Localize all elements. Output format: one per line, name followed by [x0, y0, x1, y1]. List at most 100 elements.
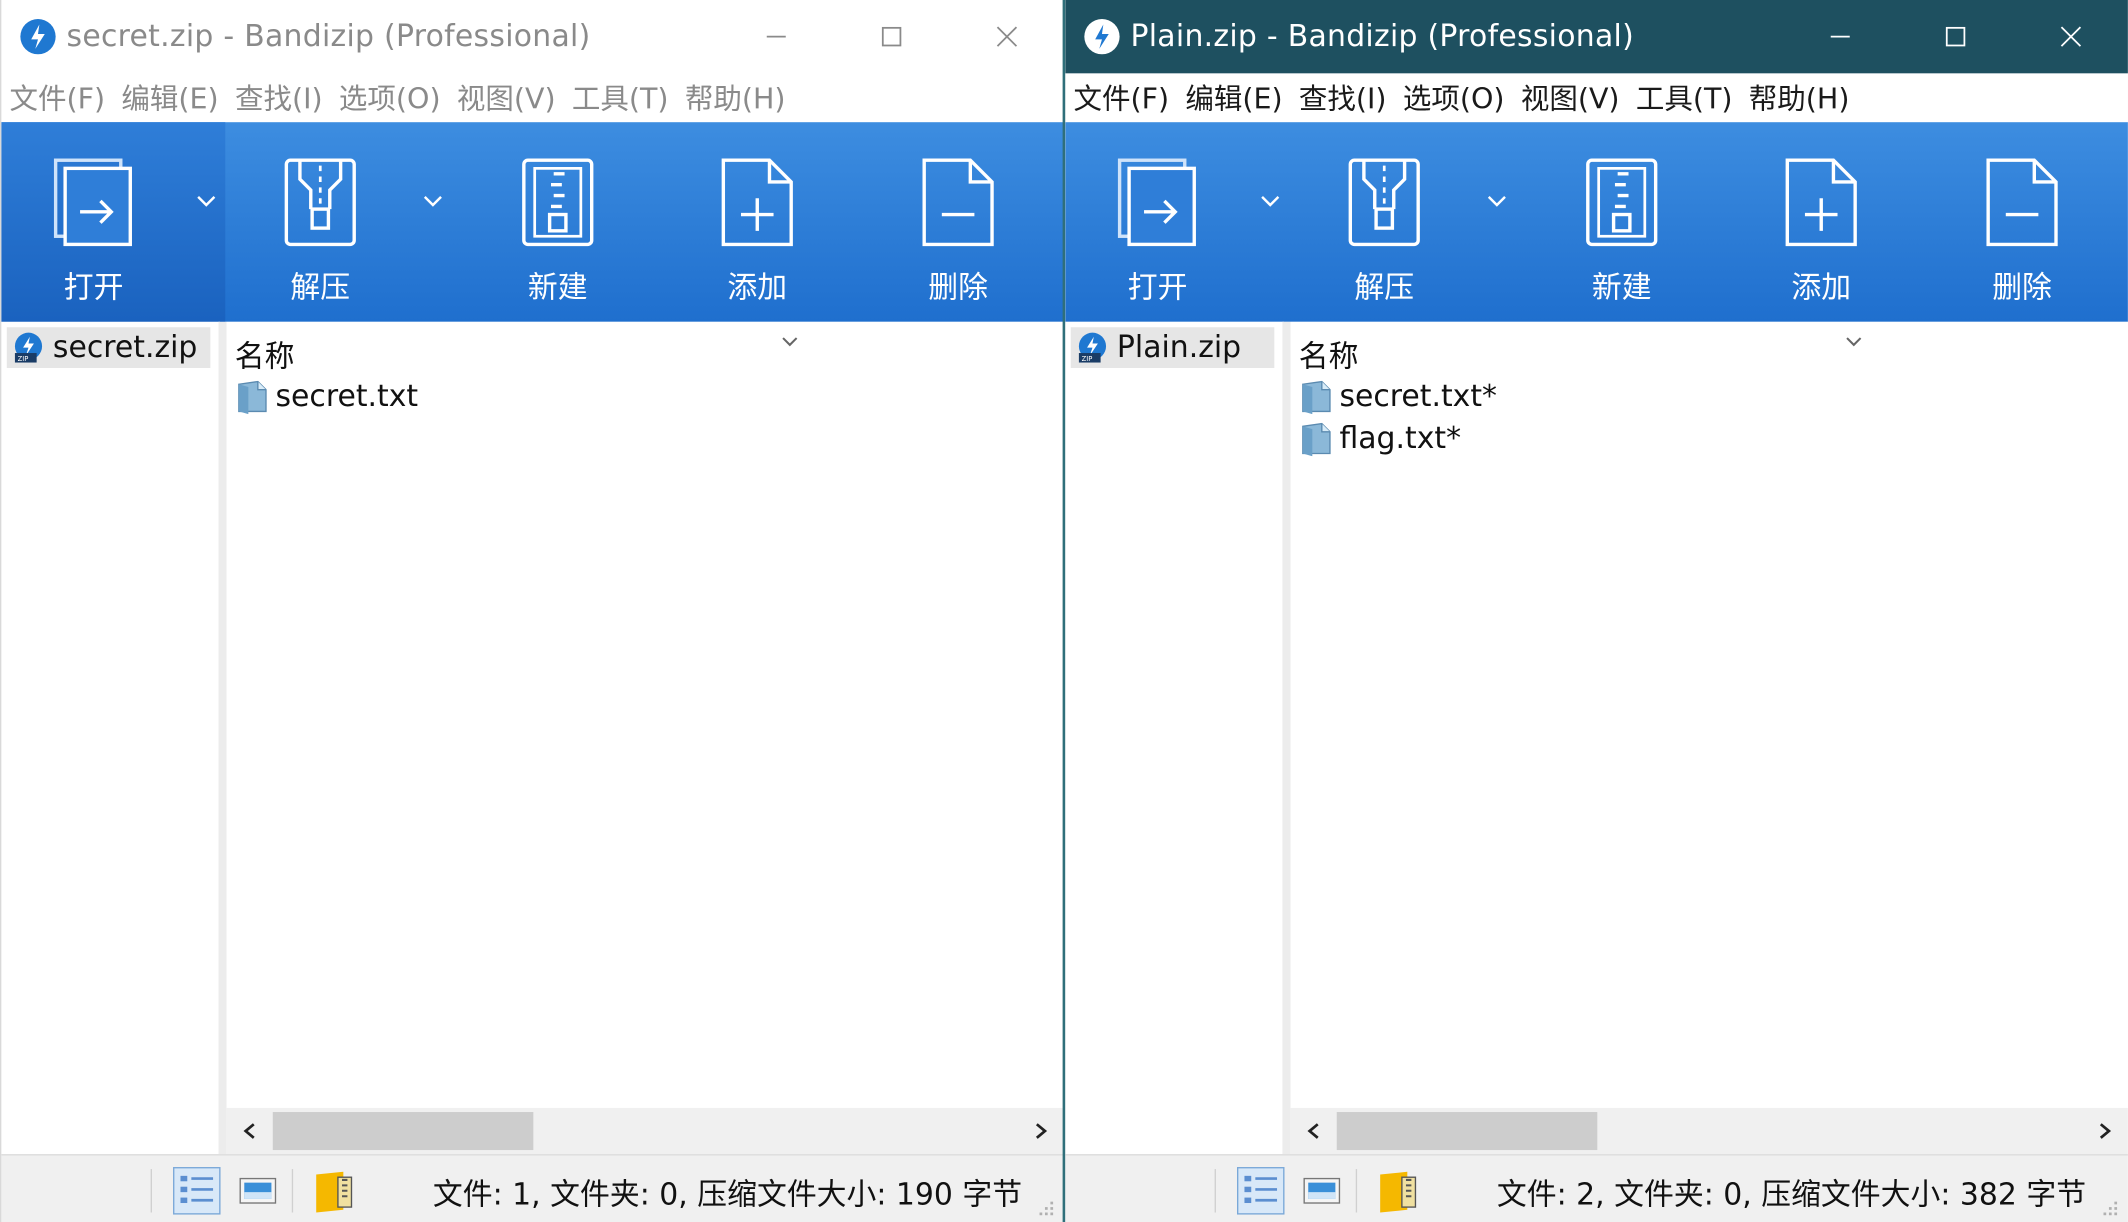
extract-button[interactable]: 解压	[273, 122, 368, 322]
scroll-thumb[interactable]	[272, 1112, 534, 1151]
file-list: 名称 secret.txt	[226, 321, 1064, 1155]
menu-file[interactable]: 文件(F)	[9, 77, 105, 118]
menu-tools[interactable]: 工具(T)	[572, 77, 669, 118]
open-label: 打开	[63, 271, 124, 306]
new-archive-icon	[522, 158, 594, 247]
archive-icon[interactable]	[1375, 1166, 1424, 1215]
chevron-down-icon[interactable]	[780, 333, 799, 352]
chevron-down-icon[interactable]	[419, 187, 446, 214]
delete-button[interactable]: 删除	[1975, 122, 2070, 322]
bandizip-window-secret: secret.zip - Bandizip (Professional) 文件(…	[0, 0, 1064, 1222]
menu-options[interactable]: 选项(O)	[1403, 77, 1505, 118]
scroll-right-button[interactable]	[2082, 1108, 2128, 1154]
details-view-icon[interactable]	[1236, 1166, 1285, 1215]
column-header-name[interactable]: 名称	[235, 333, 295, 376]
minimize-icon	[1830, 35, 1850, 38]
details-view-icon[interactable]	[172, 1166, 221, 1215]
add-button[interactable]: 添加	[1774, 122, 1869, 322]
minimize-button[interactable]	[1782, 0, 1897, 73]
tree-item-archive[interactable]: ZIP Plain.zip	[1070, 327, 1275, 368]
text-file-icon	[1302, 380, 1331, 415]
minimize-button[interactable]	[718, 0, 833, 73]
svg-text:ZIP: ZIP	[18, 355, 29, 363]
status-bar: 文件: 2, 文件夹: 0, 压缩文件大小: 382 字节	[1065, 1154, 2128, 1222]
archive-icon[interactable]	[311, 1166, 360, 1215]
menu-edit[interactable]: 编辑(E)	[121, 77, 218, 118]
file-row[interactable]: secret.txt*	[1299, 376, 1497, 417]
toolbar: 打开 解压 新建 添加 删除	[1, 122, 1064, 322]
folder-tree: ZIP Plain.zip	[1065, 321, 1284, 1155]
scroll-left-button[interactable]	[1291, 1108, 1337, 1154]
scroll-thumb[interactable]	[1336, 1112, 1598, 1151]
new-archive-icon	[1586, 158, 1658, 247]
status-text: 文件: 1, 文件夹: 0, 压缩文件大小: 190 字节	[432, 1178, 1023, 1213]
new-archive-button[interactable]: 新建	[510, 122, 605, 322]
file-name: secret.txt	[275, 379, 419, 414]
new-archive-label: 新建	[1591, 271, 1652, 306]
open-archive-icon	[1117, 158, 1196, 247]
maximize-button[interactable]	[833, 0, 948, 73]
extract-label: 解压	[290, 271, 351, 306]
delete-button[interactable]: 删除	[911, 122, 1006, 322]
minimize-icon	[766, 35, 786, 38]
chevron-down-icon[interactable]	[1483, 187, 1510, 214]
file-row[interactable]: flag.txt*	[1299, 418, 1461, 459]
bandizip-logo-icon	[1084, 19, 1120, 55]
preview-icon[interactable]	[233, 1166, 282, 1215]
resize-grip-icon[interactable]	[1034, 1196, 1056, 1218]
menu-view[interactable]: 视图(V)	[457, 77, 556, 118]
open-button[interactable]: 打开	[46, 122, 141, 322]
maximize-icon	[881, 26, 901, 47]
chevron-down-icon[interactable]	[1257, 187, 1284, 214]
title-bar[interactable]: secret.zip - Bandizip (Professional)	[1, 0, 1064, 74]
chevron-down-icon[interactable]	[193, 187, 220, 214]
menu-help[interactable]: 帮助(H)	[1749, 77, 1850, 118]
pane-splitter[interactable]	[218, 321, 227, 1155]
delete-label: 删除	[928, 271, 988, 306]
menu-help[interactable]: 帮助(H)	[685, 77, 786, 118]
file-name: flag.txt*	[1339, 421, 1462, 456]
title-bar[interactable]: Plain.zip - Bandizip (Professional)	[1065, 0, 2128, 74]
menu-find[interactable]: 查找(I)	[1299, 77, 1387, 118]
svg-text:ZIP: ZIP	[1082, 355, 1093, 363]
menu-find[interactable]: 查找(I)	[235, 77, 323, 118]
preview-icon[interactable]	[1297, 1166, 1346, 1215]
resize-grip-icon[interactable]	[2098, 1196, 2120, 1218]
close-icon	[2060, 26, 2081, 47]
add-label: 添加	[1791, 271, 1852, 306]
bandizip-window-plain: Plain.zip - Bandizip (Professional) 文件(F…	[1065, 0, 2128, 1222]
chevron-down-icon[interactable]	[1844, 333, 1863, 352]
add-file-icon	[721, 158, 793, 247]
menu-view[interactable]: 视图(V)	[1521, 77, 1620, 118]
menu-options[interactable]: 选项(O)	[339, 77, 441, 118]
add-file-icon	[1785, 158, 1857, 247]
add-button[interactable]: 添加	[710, 122, 805, 322]
maximize-icon	[1945, 26, 1965, 47]
extract-button[interactable]: 解压	[1337, 122, 1432, 322]
column-header-name[interactable]: 名称	[1299, 333, 1359, 376]
close-button[interactable]	[949, 0, 1064, 73]
add-label: 添加	[727, 271, 788, 306]
tree-item-archive[interactable]: ZIP secret.zip	[6, 327, 211, 368]
text-file-icon	[238, 380, 267, 415]
scroll-right-button[interactable]	[1018, 1108, 1064, 1154]
window-title: Plain.zip - Bandizip (Professional)	[1130, 19, 1635, 54]
menu-tools[interactable]: 工具(T)	[1636, 77, 1733, 118]
close-button[interactable]	[2013, 0, 2128, 73]
file-row[interactable]: secret.txt	[235, 376, 418, 417]
folder-tree: ZIP secret.zip	[1, 321, 220, 1155]
horizontal-scrollbar[interactable]	[226, 1107, 1064, 1155]
scroll-left-button[interactable]	[227, 1108, 273, 1154]
new-archive-button[interactable]: 新建	[1574, 122, 1669, 322]
horizontal-scrollbar[interactable]	[1290, 1107, 2128, 1155]
menu-file[interactable]: 文件(F)	[1073, 77, 1169, 118]
maximize-button[interactable]	[1897, 0, 2012, 73]
chevron-left-icon	[1307, 1123, 1319, 1139]
delete-file-icon	[922, 158, 994, 247]
menu-bar: 文件(F) 编辑(E) 查找(I) 选项(O) 视图(V) 工具(T) 帮助(H…	[1065, 73, 2128, 122]
pane-splitter[interactable]	[1282, 321, 1291, 1155]
menu-edit[interactable]: 编辑(E)	[1185, 77, 1282, 118]
toolbar: 打开 解压 新建 添加 删除	[1065, 122, 2128, 322]
close-icon	[996, 26, 1017, 47]
open-button[interactable]: 打开	[1110, 122, 1205, 322]
